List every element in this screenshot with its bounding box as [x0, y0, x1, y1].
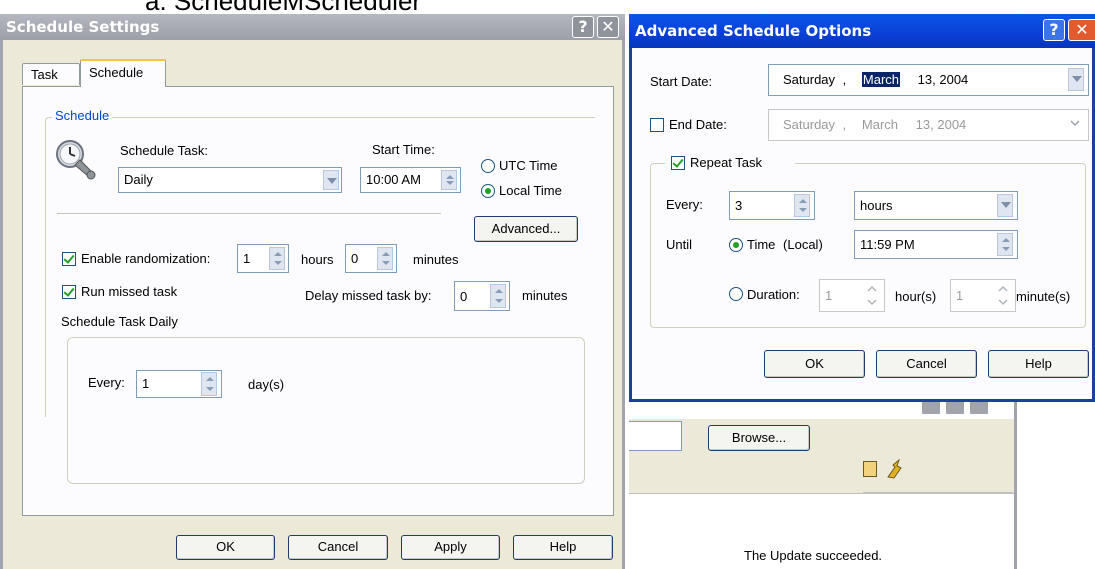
schedule-task-value: Daily: [124, 172, 153, 187]
start-time-label: Start Time:: [372, 142, 435, 157]
days-label: day(s): [248, 377, 285, 392]
tab-task-label: Task: [31, 67, 58, 82]
end-date-checkbox[interactable]: [650, 118, 664, 132]
utc-time-label: UTC Time: [499, 158, 558, 173]
end-date-weekday: Saturday: [783, 117, 836, 132]
advanced-close-icon[interactable]: ✕: [1068, 19, 1095, 41]
every-label: Every:: [88, 375, 125, 390]
start-date-day-year: 13, 2004: [917, 72, 969, 87]
repeat-every-spinner-icon[interactable]: [794, 194, 810, 217]
duration-minutes-value: 1: [956, 288, 964, 303]
browse-button[interactable]: Browse...: [708, 425, 810, 451]
minutes-label: minutes: [413, 252, 459, 267]
path-input[interactable]: [629, 421, 682, 451]
end-date-label: End Date:: [669, 117, 727, 132]
start-date-weekday: Saturday: [783, 72, 836, 87]
schedule-settings-title: Schedule Settings: [6, 18, 160, 36]
run-missed-task-label: Run missed task: [81, 284, 178, 299]
enable-randomization-label: Enable randomization:: [81, 251, 211, 266]
repeat-unit-value: hours: [860, 198, 893, 213]
advanced-cancel-button[interactable]: Cancel: [876, 350, 977, 378]
repeat-every-label: Every:: [666, 197, 703, 212]
advanced-help-button[interactable]: Help: [988, 350, 1089, 378]
status-text: The Update succeeded.: [744, 548, 883, 563]
delay-value: 0: [460, 289, 468, 304]
schedule-task-label: Schedule Task:: [120, 143, 208, 158]
until-time-text: Time: [747, 237, 776, 252]
duration-label: Duration:: [747, 287, 800, 302]
every-days-spinner-icon[interactable]: [201, 372, 217, 396]
end-date-sep: ,: [842, 117, 847, 132]
schedule-group-label: Schedule: [52, 108, 113, 123]
random-minutes-spinner-icon[interactable]: [377, 247, 393, 270]
start-date-label: Start Date:: [650, 74, 713, 89]
duration-hours-value: 1: [825, 288, 833, 303]
schedule-settings-titlebar: Schedule Settings: [0, 14, 625, 40]
duration-minutes-spinner-icon: [995, 282, 1011, 309]
random-minutes-value: 0: [351, 251, 359, 266]
separator: [57, 213, 441, 215]
repeat-every-value: 3: [735, 198, 743, 213]
until-time-spinner-icon[interactable]: [997, 233, 1013, 256]
until-time-value: 11:59 PM: [860, 237, 915, 252]
run-missed-task-checkbox[interactable]: [62, 285, 76, 299]
start-time-value: 10:00 AM: [366, 172, 421, 187]
close-icon[interactable]: ✕: [597, 16, 619, 38]
start-date-picker[interactable]: Saturday , March 13, 2004: [768, 64, 1089, 96]
until-time-radio[interactable]: [729, 238, 743, 252]
list-area: [863, 470, 1013, 493]
local-time-radio[interactable]: [481, 184, 495, 198]
random-hours-spinner-icon[interactable]: [269, 247, 285, 270]
schedule-daily-group: [67, 337, 585, 484]
help-button[interactable]: Help: [513, 535, 613, 560]
help-icon[interactable]: ?: [572, 16, 594, 38]
schedule-task-select[interactable]: Daily: [118, 167, 342, 193]
start-date-month[interactable]: March: [861, 72, 901, 87]
advanced-button[interactable]: Advanced...: [474, 216, 578, 242]
apply-button[interactable]: Apply: [401, 535, 500, 560]
repeat-unit-select[interactable]: hours: [854, 191, 1018, 220]
until-label: Until: [666, 237, 693, 252]
ok-button[interactable]: OK: [176, 535, 275, 560]
until-time-label: Time (Local): [747, 237, 823, 252]
advanced-help-icon[interactable]: ?: [1043, 19, 1065, 41]
cancel-button[interactable]: Cancel: [288, 535, 388, 560]
until-time-input[interactable]: 11:59 PM: [854, 230, 1018, 259]
advanced-options-title: Advanced Schedule Options: [635, 22, 872, 40]
advanced-ok-button[interactable]: OK: [764, 350, 865, 378]
duration-hours-label: hour(s): [895, 289, 937, 304]
tab-task[interactable]: Task: [22, 63, 80, 85]
duration-radio[interactable]: [729, 287, 743, 301]
delay-spinner-icon[interactable]: [490, 284, 506, 308]
delay-minutes-label: minutes: [522, 288, 568, 303]
tab-schedule[interactable]: Schedule: [80, 59, 166, 87]
until-time-qualifier: (Local): [783, 237, 823, 252]
chevron-down-icon[interactable]: [323, 170, 339, 190]
end-date-picker: Saturday , March 13, 2004: [768, 109, 1089, 141]
repeat-task-checkbox[interactable]: [671, 156, 685, 170]
end-date-chevron-down-icon: [1068, 116, 1082, 130]
every-days-value: 1: [142, 376, 150, 391]
start-date-sep: ,: [842, 72, 847, 87]
end-date-day-year: 13, 2004: [915, 117, 967, 132]
end-date-month: March: [861, 117, 899, 132]
utc-time-radio[interactable]: [481, 159, 495, 173]
schedule-clock-icon: [53, 137, 97, 181]
enable-randomization-checkbox[interactable]: [62, 252, 76, 266]
schedule-daily-label: Schedule Task Daily: [61, 314, 178, 329]
duration-hours-spinner-icon: [864, 282, 880, 309]
repeat-unit-chevron-down-icon[interactable]: [997, 194, 1013, 217]
duration-minutes-label: minute(s): [1016, 289, 1071, 304]
repeat-task-label: Repeat Task: [690, 155, 763, 170]
hours-label: hours: [301, 252, 334, 267]
advanced-options-titlebar: Advanced Schedule Options: [629, 14, 1095, 48]
start-date-chevron-down-icon[interactable]: [1068, 68, 1084, 91]
delay-missed-label: Delay missed task by:: [305, 288, 432, 303]
start-time-spinner-icon[interactable]: [441, 170, 457, 190]
random-hours-value: 1: [243, 251, 251, 266]
local-time-label: Local Time: [499, 183, 562, 198]
tab-schedule-label: Schedule: [89, 65, 144, 80]
